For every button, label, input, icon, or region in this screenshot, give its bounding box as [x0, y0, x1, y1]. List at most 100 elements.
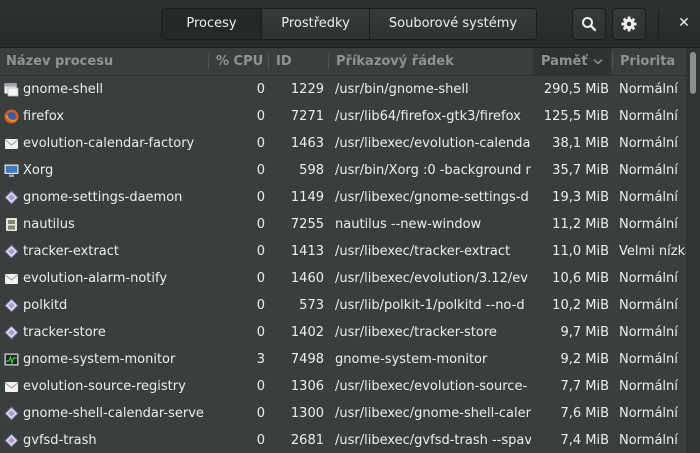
process-priority: Normální: [619, 217, 678, 232]
process-priority: Normální: [619, 379, 678, 394]
close-button[interactable]: ✕: [671, 10, 697, 36]
process-cpu: 3: [256, 352, 265, 367]
diamond-icon: [4, 190, 19, 205]
process-cpu: 0: [256, 109, 265, 124]
process-memory: 11,2 MiB: [552, 217, 609, 232]
diamond-icon: [4, 433, 19, 448]
process-memory: 11,0 MiB: [552, 244, 609, 259]
process-priority: Velmi nízká: [619, 244, 686, 259]
gear-icon: [621, 16, 637, 32]
process-priority: Normální: [619, 406, 678, 421]
process-memory: 10,6 MiB: [552, 271, 609, 286]
process-row[interactable]: gnome-shell-calendar-serve 0 1300/usr/libe…: [0, 400, 686, 427]
column-header-name[interactable]: Název procesu: [6, 48, 206, 75]
process-priority: Normální: [619, 163, 678, 178]
process-command: /usr/libexec/evolution-calendar: [335, 136, 531, 151]
process-cpu: 0: [256, 163, 265, 178]
process-priority: Normální: [619, 190, 678, 205]
system-monitor-icon: [4, 353, 19, 366]
envelope-icon: [5, 139, 18, 149]
process-priority: Normální: [619, 298, 678, 313]
process-priority: Normální: [619, 109, 678, 124]
process-name: tracker-extract: [23, 244, 119, 259]
process-cpu: 0: [256, 217, 265, 232]
process-id: 1413: [290, 244, 324, 259]
file-cabinet-icon: [6, 218, 17, 231]
search-icon: [582, 17, 597, 32]
process-row[interactable]: nautilus 0 7255 nautilus --new-window 11,2 M…: [0, 211, 686, 238]
window-icon: [4, 83, 19, 97]
header-bar: Procesy Prostředky Souborové systémy ✕: [0, 0, 700, 48]
process-name: gvfsd-trash: [23, 433, 97, 448]
firefox-icon: [4, 109, 19, 124]
process-row[interactable]: polkitd 0 573/usr/lib/polkit-1/polkitd --n…: [0, 292, 686, 319]
column-header-cpu[interactable]: % CPU: [216, 48, 266, 75]
diamond-icon: [4, 298, 19, 313]
process-priority: Normální: [619, 82, 678, 97]
vertical-scrollbar[interactable]: [686, 48, 700, 453]
process-row[interactable]: gvfsd-trash 0 2681/usr/libexec/gvfsd-trash…: [0, 427, 686, 453]
process-command: /usr/libexec/tracker-store: [335, 325, 497, 340]
process-row[interactable]: gnome-shell 0 1229/usr/bin/gnome-shell 290,…: [0, 76, 686, 103]
process-cpu: 0: [256, 406, 265, 421]
process-id: 1149: [290, 190, 324, 205]
process-id: 7255: [290, 217, 324, 232]
process-command: /usr/bin/Xorg :0 -background n: [335, 163, 531, 178]
column-divider[interactable]: [612, 54, 613, 69]
column-divider[interactable]: [268, 54, 269, 69]
process-command: /usr/libexec/tracker-extract: [335, 244, 511, 259]
diamond-icon: [4, 406, 19, 421]
process-name: evolution-alarm-notify: [23, 271, 168, 286]
process-command: /usr/bin/gnome-shell: [335, 82, 469, 97]
process-priority: Normální: [619, 136, 678, 151]
process-row[interactable]: evolution-alarm-notify 0 1460/usr/libexec/…: [0, 265, 686, 292]
search-button[interactable]: [572, 8, 606, 40]
process-id: 2681: [290, 433, 324, 448]
column-headers: Název procesu % CPU ID Příkazový řádek P…: [0, 48, 686, 76]
process-command: /usr/libexec/evolution/3.12/ev: [335, 271, 528, 286]
process-memory: 9,2 MiB: [560, 352, 609, 367]
envelope-icon: [5, 382, 18, 392]
process-command: nautilus --new-window: [335, 217, 482, 232]
menu-button[interactable]: [612, 8, 646, 40]
process-name: evolution-calendar-factory: [23, 136, 195, 151]
column-header-id[interactable]: ID: [276, 48, 326, 75]
column-header-memory[interactable]: Paměť: [533, 48, 611, 75]
process-cpu: 0: [256, 379, 265, 394]
process-row[interactable]: Xorg 0 598/usr/bin/Xorg :0 -background n 35…: [0, 157, 686, 184]
process-cpu: 0: [256, 298, 265, 313]
process-memory: 7,7 MiB: [560, 379, 609, 394]
column-header-memory-label: Paměť: [541, 54, 588, 69]
scrollbar-thumb[interactable]: [690, 52, 696, 94]
process-command: /usr/libexec/evolution-source-: [335, 379, 528, 394]
process-row[interactable]: firefox 0 7271/usr/lib64/firefox-gtk3/fire…: [0, 103, 686, 130]
process-command: /usr/lib64/firefox-gtk3/firefox: [335, 109, 521, 124]
process-memory: 125,5 MiB: [543, 109, 609, 124]
process-id: 1460: [290, 271, 324, 286]
process-row[interactable]: tracker-store 0 1402/usr/libexec/tracker-s…: [0, 319, 686, 346]
process-row[interactable]: evolution-source-registry 0 1306/usr/libex…: [0, 373, 686, 400]
process-name: nautilus: [23, 217, 75, 232]
process-cpu: 0: [256, 433, 265, 448]
process-memory: 9,7 MiB: [560, 325, 609, 340]
process-priority: Normální: [619, 271, 678, 286]
column-header-command[interactable]: Příkazový řádek: [336, 48, 532, 75]
process-name: gnome-shell: [23, 82, 104, 97]
process-command: /usr/lib/polkit-1/polkitd --no-d: [335, 298, 525, 313]
column-divider[interactable]: [208, 54, 209, 69]
tab-file-systems[interactable]: Souborové systémy: [369, 9, 536, 39]
column-header-priority[interactable]: Priorita: [620, 48, 686, 75]
process-memory: 38,1 MiB: [552, 136, 609, 151]
process-row[interactable]: tracker-extract 0 1413/usr/libexec/tracker…: [0, 238, 686, 265]
process-row[interactable]: gnome-system-monitor 3 7498 gnome-system-mo…: [0, 346, 686, 373]
process-cpu: 0: [256, 136, 265, 151]
column-divider[interactable]: [328, 54, 329, 69]
tab-resources[interactable]: Prostředky: [261, 9, 369, 39]
process-row[interactable]: evolution-calendar-factory 0 1463/usr/libe…: [0, 130, 686, 157]
envelope-icon: [5, 274, 18, 284]
view-switcher: Procesy Prostředky Souborové systémy: [161, 8, 537, 40]
tab-processes[interactable]: Procesy: [162, 9, 261, 39]
process-row[interactable]: gnome-settings-daemon 0 1149/usr/libexec/g…: [0, 184, 686, 211]
process-id: 7271: [290, 109, 324, 124]
process-memory: 7,4 MiB: [560, 433, 609, 448]
